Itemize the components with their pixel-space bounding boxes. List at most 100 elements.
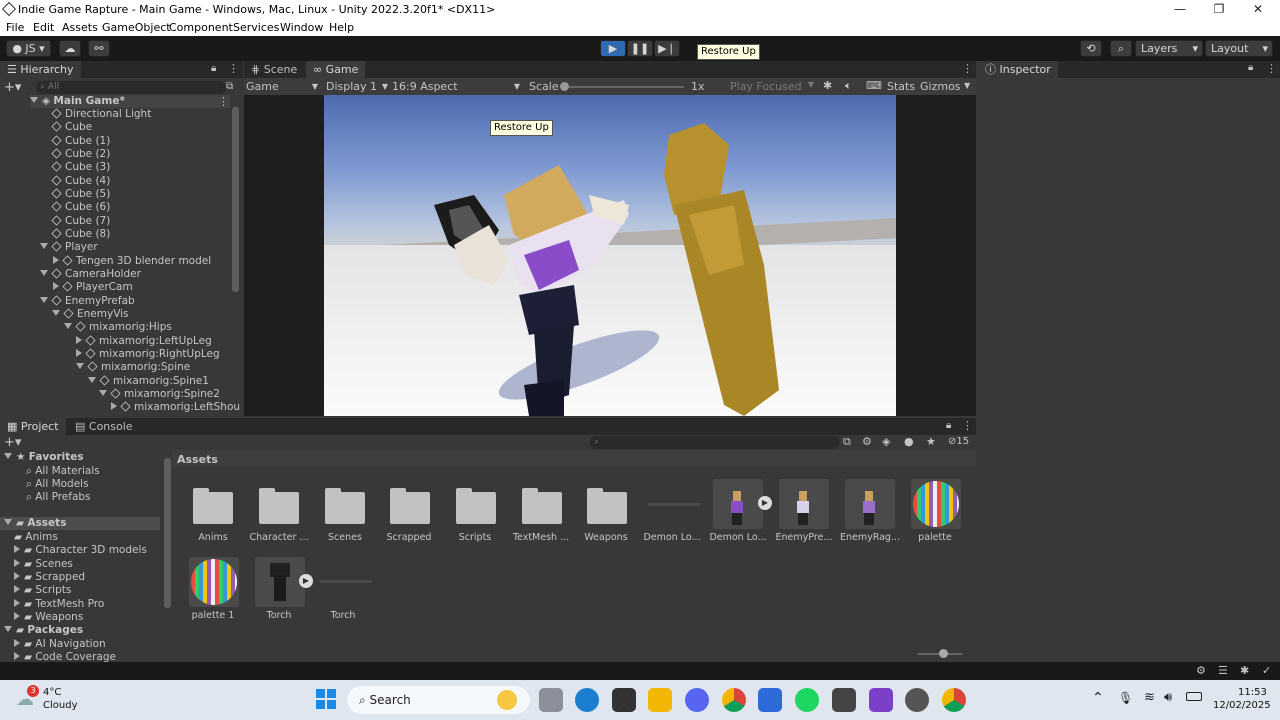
assets-root[interactable]: ▰ Assets	[0, 517, 160, 530]
filter-label-icon[interactable]: ⚙	[862, 435, 872, 448]
collapse-icon[interactable]	[76, 349, 82, 357]
bug-icon[interactable]: ✱	[823, 79, 832, 92]
expand-icon[interactable]	[76, 363, 84, 369]
gizmos-dropdown-icon[interactable]: ▼	[964, 81, 970, 90]
prefab-thumbnail[interactable]	[845, 479, 895, 529]
tree-item[interactable]: ▰ Scrapped	[14, 571, 85, 584]
expand-icon[interactable]	[40, 297, 48, 303]
hierarchy-item[interactable]: Cube (3)	[51, 161, 110, 174]
tree-item[interactable]: ▰ Character 3D models	[14, 544, 147, 557]
pause-button[interactable]: ❚❚	[627, 40, 653, 57]
hierarchy-item[interactable]: Player	[40, 241, 98, 254]
hierarchy-item[interactable]: PlayerCam	[53, 281, 133, 294]
hierarchy-search-input[interactable]: ⌕ All	[36, 81, 226, 94]
task-view-icon[interactable]	[539, 688, 563, 712]
hierarchy-item[interactable]: Cube (2)	[51, 148, 110, 161]
collapse-icon[interactable]	[76, 336, 82, 344]
hierarchy-item[interactable]: CameraHolder	[40, 268, 141, 281]
hierarchy-item[interactable]: Cube (8)	[51, 228, 110, 241]
cloud-icon[interactable]: ☁	[59, 40, 81, 57]
tree-item[interactable]: ⌕ All Prefabs	[26, 491, 91, 504]
microphone-icon[interactable]: 🎙︎	[1118, 691, 1133, 705]
tab-console[interactable]: ▤ Console	[68, 418, 140, 435]
lock-icon[interactable]: 🔒︎	[1248, 62, 1253, 73]
collab-icon[interactable]: ⚯	[88, 40, 110, 57]
filter-type-icon[interactable]: ⧉	[843, 435, 851, 449]
chrome-profile-icon[interactable]	[942, 688, 966, 712]
hierarchy-item[interactable]: mixamorig:LeftUpLeg	[76, 335, 212, 348]
tab-inspector[interactable]: ⓘ Inspector	[978, 61, 1058, 78]
folder-icon[interactable]	[587, 488, 627, 524]
add-icon[interactable]: +▾	[4, 435, 21, 450]
expand-icon[interactable]	[88, 377, 96, 383]
volume-icon[interactable]: 🔊︎	[1164, 690, 1172, 705]
close-button[interactable]: ✕	[1238, 0, 1278, 19]
search-options-icon[interactable]: ⧉	[226, 81, 233, 92]
keyboard-icon[interactable]: ⌨	[866, 79, 882, 92]
collapse-icon[interactable]	[14, 652, 20, 660]
menu-window[interactable]: Window	[280, 21, 323, 34]
edge-icon[interactable]	[575, 688, 599, 712]
project-search-input[interactable]: ⌕	[590, 436, 840, 449]
bake-icon[interactable]: ✱	[1240, 664, 1249, 677]
tab-scene[interactable]: ⋕ Scene	[244, 61, 304, 78]
collapse-icon[interactable]	[14, 572, 20, 580]
folder-icon[interactable]	[259, 488, 299, 524]
add-icon[interactable]: +▾	[4, 80, 21, 95]
clock-time[interactable]: 11:53	[1238, 687, 1267, 698]
play-preview-icon[interactable]: ▶	[299, 574, 313, 588]
lock-icon[interactable]: 🔒︎	[211, 63, 216, 74]
display-dropdown[interactable]: Display 1 ▼	[326, 80, 388, 93]
tree-item[interactable]: ▰ Anims	[14, 531, 58, 544]
hierarchy-item[interactable]: Tengen 3D blender model	[53, 255, 211, 268]
hierarchy-item[interactable]: Cube (1)	[51, 135, 110, 148]
kebab-menu-icon[interactable]: ⋮	[962, 62, 973, 75]
model-thumbnail[interactable]	[255, 557, 305, 607]
hierarchy-item[interactable]: mixamorig:Spine1	[88, 375, 209, 388]
warning-icon[interactable]: ●	[904, 435, 914, 448]
battery-icon[interactable]	[1186, 692, 1202, 701]
hierarchy-item[interactable]: mixamorig:Hips	[64, 321, 172, 334]
tree-item[interactable]: ⌕ All Models	[26, 478, 89, 491]
hierarchy-item[interactable]: mixamorig:RightUpLeg	[76, 348, 220, 361]
scene-menu-icon[interactable]: ⋮	[218, 95, 229, 108]
collapse-icon[interactable]	[53, 256, 59, 264]
zoom-slider-handle[interactable]	[939, 649, 948, 658]
hierarchy-item[interactable]: Cube (5)	[51, 188, 110, 201]
tag-icon[interactable]: ◈	[882, 435, 890, 448]
gizmos-button[interactable]: Gizmos	[920, 80, 961, 93]
stats-button[interactable]: Stats	[887, 80, 915, 93]
game-viewport[interactable]: Restore Up	[324, 95, 896, 416]
folder-icon[interactable]	[522, 488, 562, 524]
step-button[interactable]: ▶❘	[654, 40, 680, 57]
menu-help[interactable]: Help	[329, 21, 354, 34]
hierarchy-item[interactable]: Cube (7)	[51, 215, 110, 228]
collapse-icon[interactable]	[14, 612, 20, 620]
history-icon[interactable]: ⟲	[1080, 40, 1102, 57]
expand-icon[interactable]	[4, 453, 12, 459]
menu-component[interactable]: Component	[169, 21, 233, 34]
tree-scrollbar[interactable]	[164, 458, 171, 608]
expand-icon[interactable]	[99, 390, 107, 396]
expand-icon[interactable]	[4, 519, 12, 525]
tree-item[interactable]: ▰ Scripts	[14, 584, 71, 597]
hierarchy-item[interactable]: EnemyPrefab	[40, 295, 135, 308]
debug-icon[interactable]: ⚙	[1196, 664, 1206, 677]
unity-hub-icon[interactable]	[612, 688, 636, 712]
visual-studio-icon[interactable]	[869, 688, 893, 712]
hierarchy-item[interactable]: mixamorig:Spine2	[99, 388, 220, 401]
collapse-icon[interactable]	[14, 545, 20, 553]
maximize-button[interactable]: ❐	[1199, 0, 1239, 19]
collapse-icon[interactable]	[14, 559, 20, 567]
star-icon[interactable]: ★	[926, 435, 936, 448]
hierarchy-item[interactable]: EnemyVis	[52, 308, 129, 321]
tree-item[interactable]: ⌕ All Materials	[26, 465, 100, 478]
kebab-menu-icon[interactable]: ⋮	[1266, 62, 1277, 75]
mesh-icon[interactable]	[320, 580, 372, 583]
menu-edit[interactable]: Edit	[33, 21, 54, 34]
layers-dropdown[interactable]: Layers ▾	[1135, 40, 1203, 57]
hierarchy-item[interactable]: mixamorig:Spine	[76, 361, 190, 374]
check-icon[interactable]: ✓	[1262, 664, 1271, 677]
search-icon[interactable]: ⌕	[1110, 40, 1132, 57]
play-preview-icon[interactable]: ▶	[758, 496, 772, 510]
